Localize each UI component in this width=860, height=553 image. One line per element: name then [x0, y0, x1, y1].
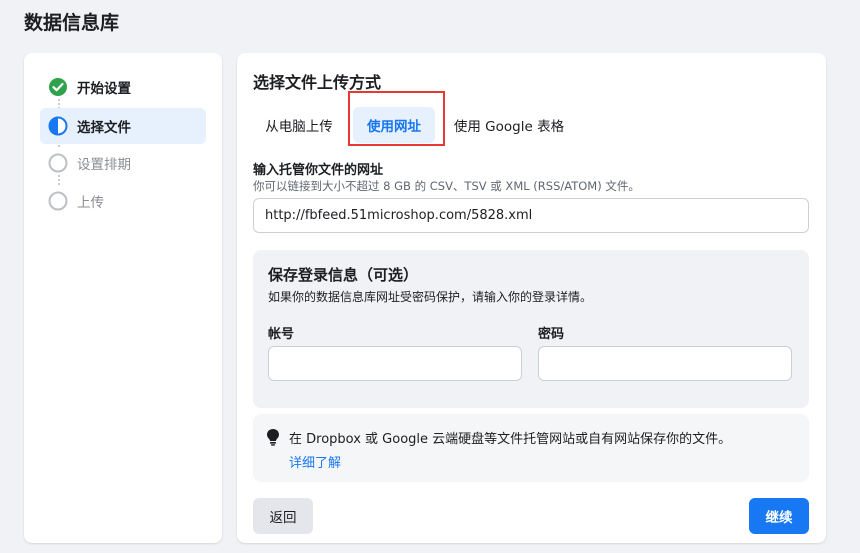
back-button[interactable]: 返回	[253, 498, 313, 534]
page-title: 数据信息库	[24, 12, 120, 34]
password-label: 密码	[538, 327, 565, 342]
section-title: 选择文件上传方式	[253, 73, 382, 92]
tab-use-google-sheets[interactable]: 使用 Google 表格	[449, 107, 569, 143]
half-circle-icon	[48, 116, 68, 136]
tab-upload-from-computer[interactable]: 从电脑上传	[253, 107, 345, 143]
step-label: 开始设置	[77, 81, 131, 97]
empty-circle-icon	[48, 191, 68, 211]
step-label: 上传	[77, 195, 104, 211]
username-label: 帐号	[268, 327, 295, 342]
continue-button[interactable]: 继续	[749, 498, 809, 534]
step-schedule[interactable]: 设置排期	[40, 145, 206, 181]
tab-use-url[interactable]: 使用网址	[353, 107, 435, 143]
upload-method-card: 选择文件上传方式 从电脑上传 使用网址 使用 Google 表格 输入托管你文件…	[237, 53, 826, 543]
step-choose-file[interactable]: 选择文件	[40, 108, 206, 144]
url-input[interactable]	[253, 198, 809, 233]
steps-panel: 开始设置 选择文件 设置排期 上传	[24, 53, 222, 543]
login-description: 如果你的数据信息库网址受密码保护，请输入你的登录详情。	[268, 290, 593, 304]
step-label: 选择文件	[77, 120, 131, 136]
password-field[interactable]	[538, 346, 792, 381]
step-label: 设置排期	[77, 157, 131, 173]
tip-text: 在 Dropbox 或 Google 云端硬盘等文件托管网站或自有网站保存你的文…	[289, 432, 732, 447]
username-field[interactable]	[268, 346, 522, 381]
login-info-box: 保存登录信息（可选） 如果你的数据信息库网址受密码保护，请输入你的登录详情。 帐…	[253, 250, 809, 408]
tip-box: 在 Dropbox 或 Google 云端硬盘等文件托管网站或自有网站保存你的文…	[253, 414, 809, 482]
step-upload[interactable]: 上传	[40, 183, 206, 219]
empty-circle-icon	[48, 153, 68, 173]
login-title: 保存登录信息（可选）	[268, 266, 419, 284]
url-field-help: 你可以链接到大小不超过 8 GB 的 CSV、TSV 或 XML (RSS/AT…	[253, 179, 640, 193]
check-circle-icon	[48, 77, 68, 97]
learn-more-link[interactable]: 详细了解	[289, 452, 341, 471]
url-field-label: 输入托管你文件的网址	[253, 163, 384, 178]
step-start-setup[interactable]: 开始设置	[40, 69, 206, 105]
lightbulb-icon	[265, 428, 281, 446]
